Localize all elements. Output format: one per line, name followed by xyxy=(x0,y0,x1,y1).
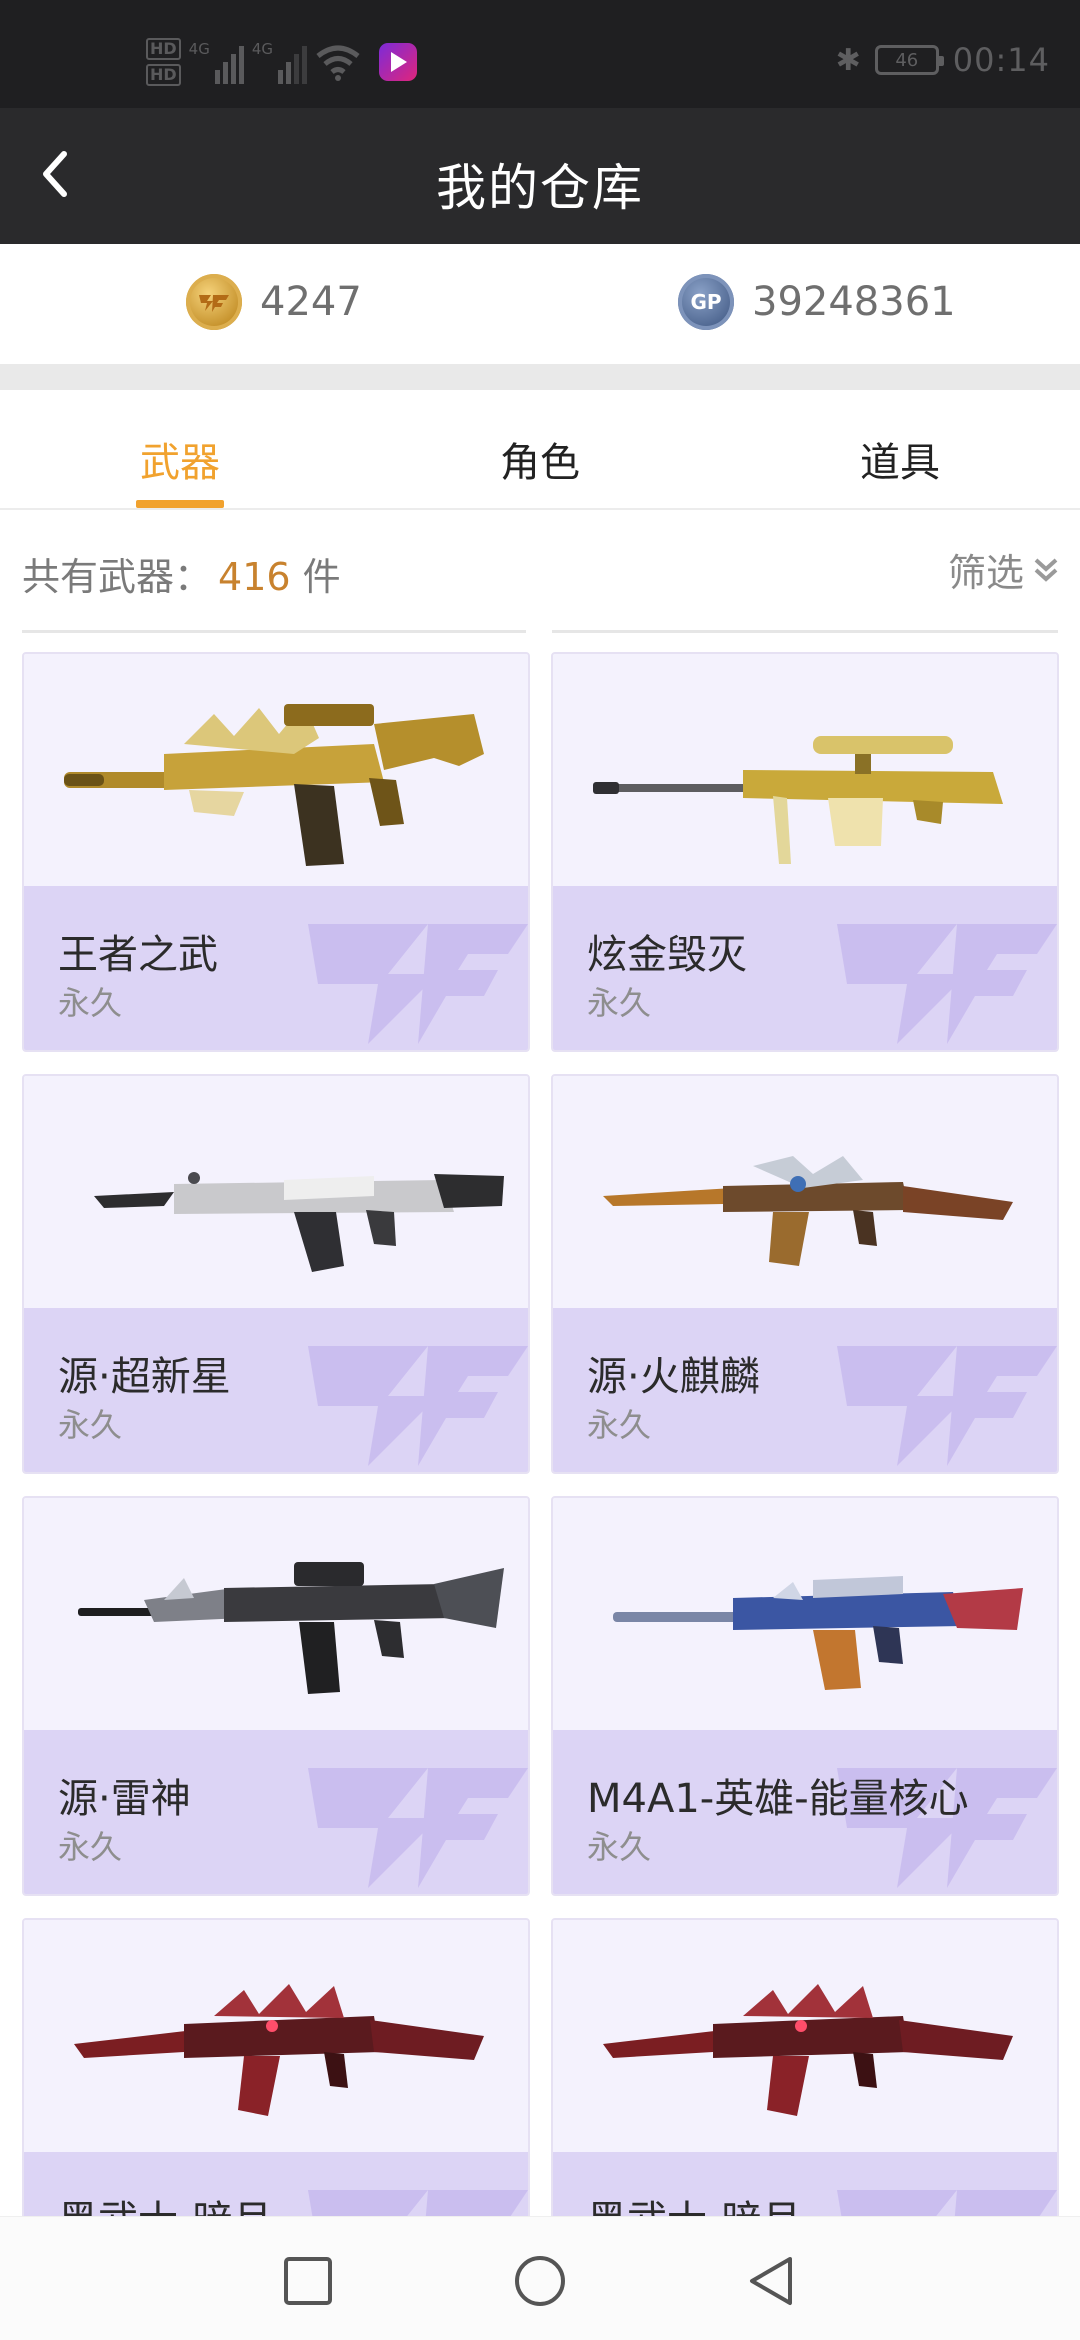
rifle-image xyxy=(78,1562,504,1694)
divider xyxy=(552,630,1058,633)
cf-logo-icon xyxy=(837,1346,1057,1466)
cf-coin-icon xyxy=(186,274,242,330)
hd-label: HD xyxy=(146,64,181,86)
weapon-info: M4A1-英雄-能量核心 永久 xyxy=(553,1730,1057,1894)
weapon-card[interactable]: 源·火麒麟 永久 xyxy=(551,1074,1059,1474)
weapon-image xyxy=(24,654,528,886)
divider xyxy=(0,364,1080,390)
network-type-label: 4G xyxy=(188,40,210,58)
cf-logo-icon xyxy=(308,924,528,1044)
status-right: ✱ 46 00:14 xyxy=(836,40,1050,80)
weapon-image xyxy=(24,1076,528,1308)
divider xyxy=(22,630,526,633)
weapon-name: 炫金毁灭 xyxy=(587,932,747,978)
weapon-duration: 永久 xyxy=(587,1406,652,1444)
signal-icon: 4G xyxy=(189,40,244,84)
hd-label: HD xyxy=(146,38,181,60)
home-button[interactable] xyxy=(512,2253,568,2309)
system-nav-bar xyxy=(0,2216,1080,2340)
app-header: 我的仓库 xyxy=(0,108,1080,244)
count-prefix: 共有武器： xyxy=(22,555,213,599)
filter-button[interactable]: 筛选 xyxy=(948,542,1060,597)
screen: HD HD 4G 4G ✱ 46 00:14 我的仓库 4247 GP 3924… xyxy=(0,0,1080,2340)
category-tabs: 武器 角色 道具 xyxy=(0,390,1080,510)
double-chevron-down-icon xyxy=(1034,558,1058,582)
weapon-image xyxy=(24,1920,528,2152)
back-nav-button[interactable] xyxy=(744,2253,800,2309)
weapon-name: 源·火麒麟 xyxy=(587,1354,760,1400)
tab-characters[interactable]: 角色 xyxy=(440,430,640,488)
weapon-count: 共有武器： 416 件 xyxy=(22,546,341,601)
weapon-image xyxy=(24,1498,528,1730)
weapon-image xyxy=(553,1498,1057,1730)
hd-icon: HD HD xyxy=(146,38,181,86)
count-suffix: 件 xyxy=(290,555,341,599)
weapon-info: 源·火麒麟 永久 xyxy=(553,1308,1057,1472)
tab-weapons[interactable]: 武器 xyxy=(80,430,280,488)
cf-logo-icon xyxy=(837,924,1057,1044)
weapon-info: 炫金毁灭 永久 xyxy=(553,886,1057,1050)
sniper-rifle-image xyxy=(593,736,1003,864)
gp-points: GP 39248361 xyxy=(678,274,956,330)
page-title: 我的仓库 xyxy=(436,159,644,217)
weapon-image xyxy=(553,1920,1057,2152)
recent-apps-button[interactable] xyxy=(280,2253,336,2309)
weapon-card[interactable]: 炫金毁灭 永久 xyxy=(551,652,1059,1052)
weapon-duration: 永久 xyxy=(587,1828,652,1866)
weapon-duration: 永久 xyxy=(587,984,652,1022)
filter-label: 筛选 xyxy=(947,551,1024,595)
weapon-image xyxy=(553,1076,1057,1308)
cf-points: 4247 xyxy=(186,274,362,330)
cf-points-value: 4247 xyxy=(260,279,362,325)
gp-value: 39248361 xyxy=(752,279,956,325)
battery-icon: 46 xyxy=(874,45,944,75)
cf-logo-icon xyxy=(308,1768,528,1888)
video-app-icon xyxy=(379,43,418,81)
network-type-label: 4G xyxy=(251,40,274,58)
cf-logo-icon xyxy=(308,1346,528,1466)
rifle-image xyxy=(613,1576,1023,1690)
wifi-icon xyxy=(316,45,360,81)
status-bar: HD HD 4G 4G ✱ 46 00:14 xyxy=(0,0,1080,108)
weapon-duration: 永久 xyxy=(58,984,123,1022)
rifle-image xyxy=(603,1156,1013,1266)
weapon-duration: 永久 xyxy=(58,1406,123,1444)
rifle-image xyxy=(64,704,484,866)
currency-bar: 4247 GP 39248361 xyxy=(0,244,1080,364)
rifle-image xyxy=(74,1984,484,2116)
bluetooth-icon: ✱ xyxy=(835,42,861,78)
weapon-name: 王者之武 xyxy=(58,932,218,978)
weapon-name: 源·雷神 xyxy=(58,1776,191,1822)
clock: 00:14 xyxy=(952,41,1050,79)
weapon-info: 王者之武 永久 xyxy=(24,886,528,1050)
weapon-duration: 永久 xyxy=(58,1828,123,1866)
count-value: 416 xyxy=(218,555,291,599)
status-left: HD HD 4G 4G xyxy=(146,36,418,88)
signal-icon: 4G xyxy=(251,40,308,84)
tab-items[interactable]: 道具 xyxy=(800,430,1000,488)
rifle-image xyxy=(94,1172,504,1272)
weapon-card[interactable]: 王者之武 永久 xyxy=(22,652,530,1052)
weapon-info: 源·超新星 永久 xyxy=(24,1308,528,1472)
weapon-card[interactable]: M4A1-英雄-能量核心 永久 xyxy=(551,1496,1059,1896)
gp-coin-icon: GP xyxy=(678,274,734,330)
battery-level: 46 xyxy=(895,49,919,71)
weapon-name: 源·超新星 xyxy=(58,1354,231,1400)
gp-badge-label: GP xyxy=(690,290,722,314)
weapon-info: 源·雷神 永久 xyxy=(24,1730,528,1894)
rifle-image xyxy=(603,1984,1013,2116)
count-row: 共有武器： 416 件 筛选 xyxy=(0,512,1080,624)
weapon-name: M4A1-英雄-能量核心 xyxy=(587,1776,969,1822)
weapon-card[interactable]: 源·雷神 永久 xyxy=(22,1496,530,1896)
weapon-card[interactable]: 源·超新星 永久 xyxy=(22,1074,530,1474)
active-tab-indicator xyxy=(136,500,224,508)
weapon-image xyxy=(553,654,1057,886)
